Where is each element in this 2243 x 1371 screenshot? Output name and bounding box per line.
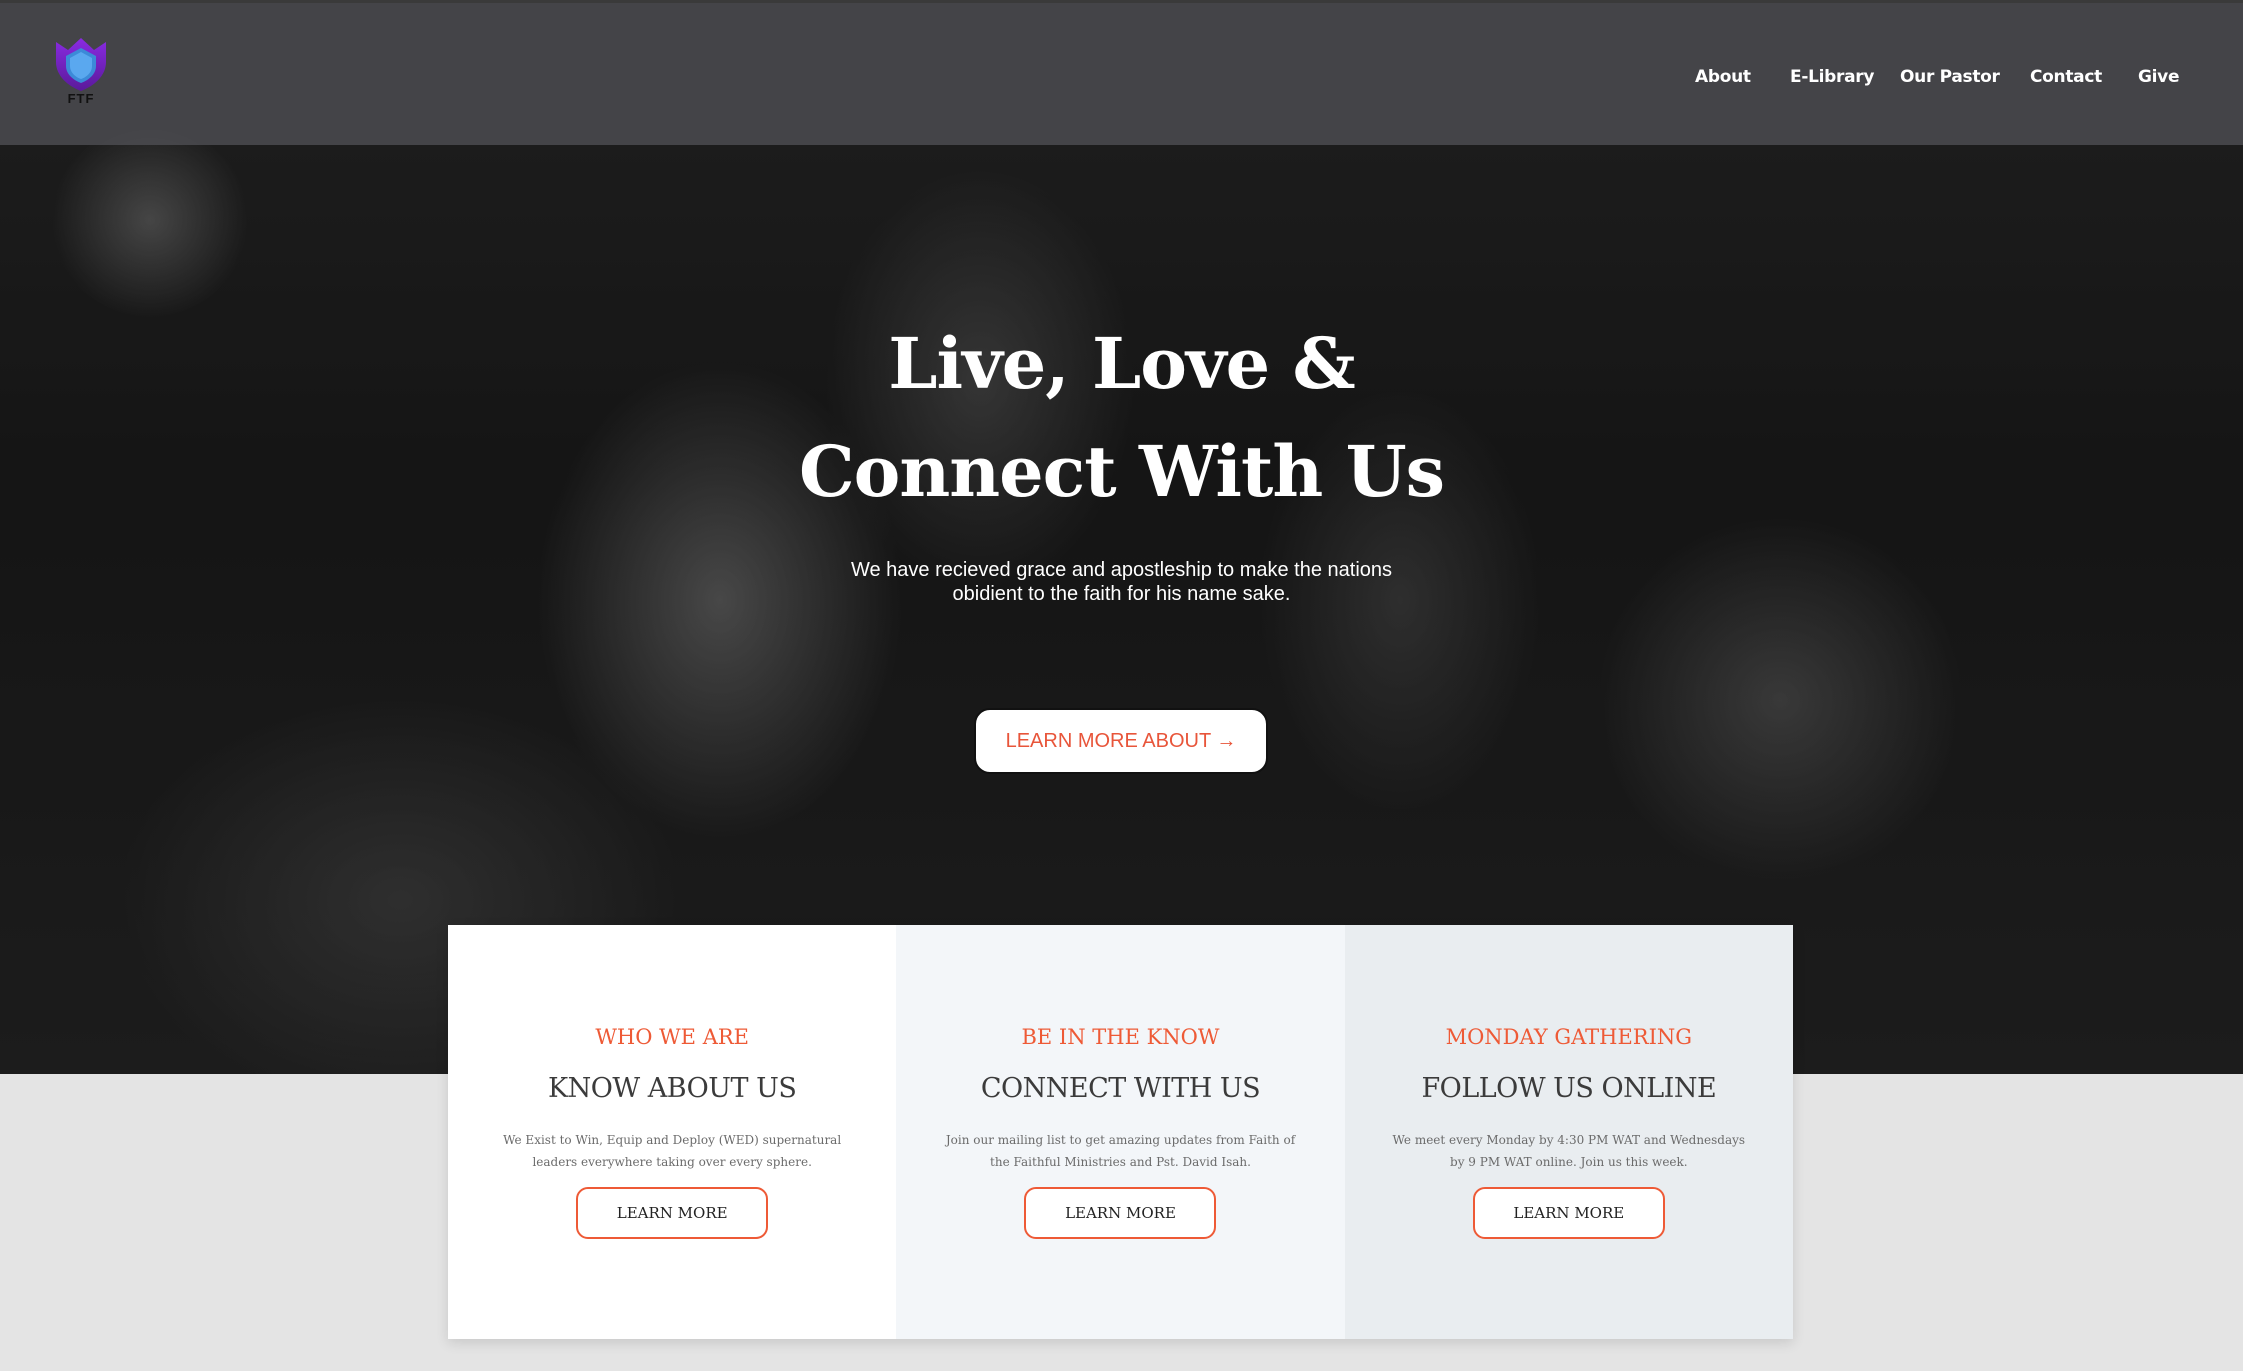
card-monday-gathering: MONDAY GATHERING FOLLOW US ONLINE We mee… — [1344, 925, 1793, 1339]
hero-title: Live, Love & Connect With Us — [0, 310, 2243, 526]
card-title: KNOW ABOUT US — [547, 1073, 797, 1104]
nav-item-our-pastor[interactable]: Our Pastor — [1900, 67, 2000, 87]
hero-title-line1: Live, Love & — [888, 322, 1355, 405]
card-kicker: MONDAY GATHERING — [1445, 1025, 1693, 1049]
card-be-in-the-know: BE IN THE KNOW CONNECT WITH US Join our … — [896, 925, 1345, 1339]
card-title: CONNECT WITH US — [980, 1073, 1261, 1104]
learn-more-about-button[interactable]: LEARN MORE ABOUT → — [974, 708, 1268, 774]
hero-subtitle: We have recieved grace and apostleship t… — [850, 559, 1393, 605]
site-header: FTF About E-Library Our Pastor Contact G… — [0, 0, 2243, 145]
follow-us-online-learn-more-button[interactable]: LEARN MORE — [1472, 1187, 1665, 1239]
nav-item-give[interactable]: Give — [2138, 67, 2180, 87]
card-text: Join our mailing list to get amazing upd… — [945, 1133, 1296, 1169]
nav-item-about[interactable]: About — [1695, 67, 1751, 87]
logo-text: FTF — [67, 91, 95, 106]
hero-title-line2: Connect With Us — [798, 430, 1445, 513]
nav-item-contact[interactable]: Contact — [2030, 67, 2102, 87]
card-kicker: BE IN THE KNOW — [1021, 1025, 1220, 1049]
nav-item-e-library[interactable]: E-Library — [1790, 67, 1874, 87]
card-text: We Exist to Win, Equip and Deploy (WED) … — [503, 1133, 842, 1169]
card-who-we-are: WHO WE ARE KNOW ABOUT US We Exist to Win… — [448, 925, 897, 1339]
card-title: FOLLOW US ONLINE — [1421, 1073, 1717, 1104]
info-cards: WHO WE ARE KNOW ABOUT US We Exist to Win… — [448, 925, 1793, 1339]
hero-background-image — [0, 0, 2243, 1074]
site-logo[interactable]: FTF — [50, 36, 112, 111]
shield-logo-icon — [56, 38, 106, 91]
card-kicker: WHO WE ARE — [595, 1025, 749, 1049]
connect-with-us-learn-more-button[interactable]: LEARN MORE — [1024, 1187, 1217, 1239]
page: FTF About E-Library Our Pastor Contact G… — [0, 0, 2243, 1371]
card-text: We meet every Monday by 4:30 PM WAT and … — [1392, 1133, 1746, 1169]
know-about-us-learn-more-button[interactable]: LEARN MORE — [576, 1187, 769, 1239]
